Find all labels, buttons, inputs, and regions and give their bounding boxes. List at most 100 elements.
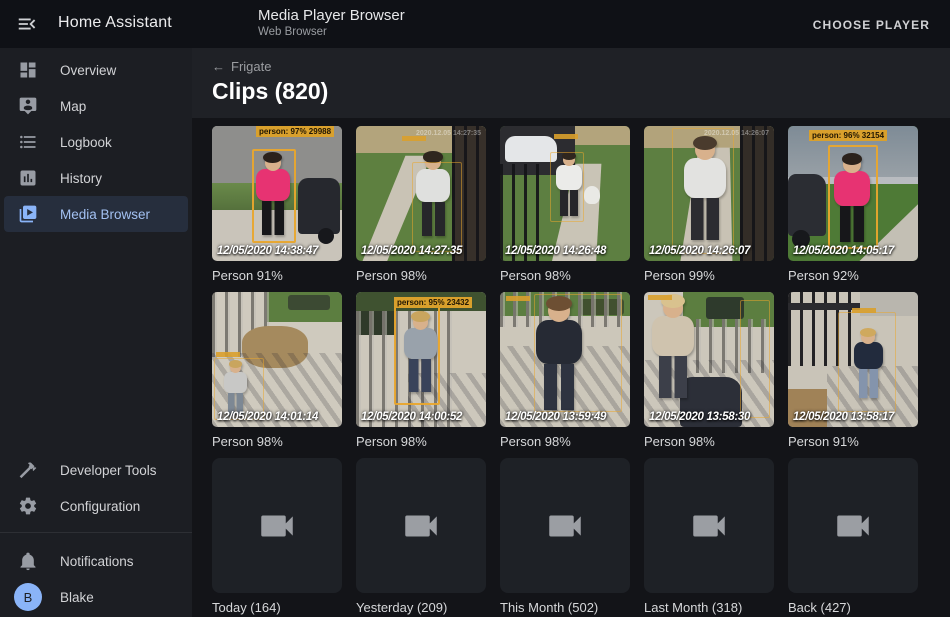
sidebar-item-label: Map — [60, 99, 86, 114]
sidebar-item-profile[interactable]: B Blake — [4, 579, 188, 615]
detection-label: person: 97% 29988 — [256, 126, 334, 137]
clip-thumbnail: 12/05/2020 13:58:30 — [644, 292, 774, 427]
atv-shape — [288, 295, 330, 310]
detection-label-mini — [852, 308, 876, 313]
clip-timestamp: 12/05/2020 14:38:47 — [217, 245, 318, 258]
clip-thumbnail: 12/05/2020 13:59:49 — [500, 292, 630, 427]
clip-thumbnail: 2020.12.05 14:27:35 12/05/2020 14:27:35 — [356, 126, 486, 261]
chart-box-icon — [18, 168, 38, 188]
detection-bbox — [550, 152, 584, 222]
sidebar-divider — [0, 532, 192, 533]
clip-thumbnail: person: 96% 32154 12/05/2020 14:05:17 — [788, 126, 918, 261]
folder-thumbnail — [500, 458, 630, 593]
trash-bag-shape — [584, 186, 600, 204]
clip-timestamp: 12/05/2020 14:27:35 — [361, 245, 462, 258]
clip-timestamp: 12/05/2020 14:00:52 — [361, 411, 462, 424]
choose-player-button[interactable]: CHOOSE PLAYER — [807, 14, 936, 36]
folder-card-this-month[interactable]: This Month (502) — [500, 458, 630, 616]
clip-timestamp: 12/05/2020 14:01:14 — [217, 411, 318, 424]
folder-caption: Back (427) — [788, 599, 918, 616]
sidebar: Overview Map Logbook History Media Brows… — [0, 48, 192, 617]
sidebar-item-map[interactable]: Map — [4, 88, 188, 124]
clip-timestamp: 12/05/2020 13:59:49 — [505, 411, 606, 424]
clip-card[interactable]: person: 97% 29988 12/05/2020 14:38:47 Pe… — [212, 126, 342, 284]
folder-thumbnail — [644, 458, 774, 593]
app-title: Home Assistant — [58, 14, 172, 32]
clip-caption: Person 98% — [644, 433, 774, 450]
clip-thumbnail: person: 95% 23432 12/05/2020 14:00:52 — [356, 292, 486, 427]
clip-card[interactable]: 12/05/2020 14:26:48 Person 98% — [500, 126, 630, 284]
sidebar-item-configuration[interactable]: Configuration — [4, 488, 188, 524]
clip-caption: Person 91% — [212, 267, 342, 284]
clip-timestamp: 12/05/2020 13:58:17 — [793, 411, 894, 424]
detection-label: person: 95% 23432 — [394, 297, 472, 308]
stroller-shape — [788, 174, 826, 236]
clip-caption: Person 99% — [644, 267, 774, 284]
sidebar-item-notifications[interactable]: Notifications — [4, 543, 188, 579]
clip-timestamp: 12/05/2020 14:26:48 — [505, 245, 606, 258]
folder-thumbnail — [788, 458, 918, 593]
play-box-multiple-icon — [18, 204, 38, 224]
folder-thumbnail — [356, 458, 486, 593]
sidebar-item-label: Developer Tools — [60, 463, 157, 478]
clip-card[interactable]: 12/05/2020 14:01:14 Person 98% — [212, 292, 342, 450]
detection-label-mini — [648, 295, 672, 300]
person-figure — [652, 298, 694, 398]
folder-caption: Yesterday (209) — [356, 599, 486, 616]
sidebar-item-label: History — [60, 171, 102, 186]
clip-card[interactable]: person: 95% 23432 12/05/2020 14:00:52 Pe… — [356, 292, 486, 450]
folder-caption: Last Month (318) — [644, 599, 774, 616]
sidebar-item-developer-tools[interactable]: Developer Tools — [4, 452, 188, 488]
folder-card-last-month[interactable]: Last Month (318) — [644, 458, 774, 616]
fence-rail — [788, 303, 860, 310]
clip-card[interactable]: 12/05/2020 13:58:17 Person 91% — [788, 292, 918, 450]
clip-caption: Person 91% — [788, 433, 918, 450]
porch-region — [740, 126, 774, 261]
page-title-block: Media Player Browser Web Browser — [258, 7, 405, 39]
sidebar-item-label: Logbook — [60, 135, 112, 150]
breadcrumb-frigate[interactable]: ←Frigate — [212, 59, 271, 74]
menu-open-icon[interactable] — [16, 13, 38, 35]
folder-card-back[interactable]: Back (427) — [788, 458, 918, 616]
view-dashboard-icon — [18, 60, 38, 80]
clip-card[interactable]: person: 96% 32154 12/05/2020 14:05:17 Pe… — [788, 126, 918, 284]
clip-card[interactable]: 2020.12.05 14:26:07 12/05/2020 14:26:07 … — [644, 126, 774, 284]
clip-caption: Person 92% — [788, 267, 918, 284]
format-list-bulleted-icon — [18, 132, 38, 152]
scene-region — [575, 126, 630, 145]
videocam-icon — [688, 505, 730, 547]
clip-card[interactable]: 12/05/2020 13:59:49 Person 98% — [500, 292, 630, 450]
sidebar-item-label: Notifications — [60, 554, 134, 569]
detection-bbox — [838, 312, 896, 412]
sidebar-item-overview[interactable]: Overview — [4, 52, 188, 88]
clip-caption: Person 98% — [356, 433, 486, 450]
gear-icon — [18, 496, 38, 516]
clip-thumbnail: 12/05/2020 14:01:14 — [212, 292, 342, 427]
sidebar-item-media-browser[interactable]: Media Browser — [4, 196, 188, 232]
detection-bbox — [394, 303, 440, 405]
detection-bbox — [534, 294, 622, 412]
videocam-icon — [544, 505, 586, 547]
breadcrumb-label: Frigate — [231, 59, 271, 74]
clip-timestamp: 12/05/2020 14:26:07 — [649, 245, 750, 258]
sidebar-item-label: Configuration — [60, 499, 140, 514]
clip-card[interactable]: 12/05/2020 13:58:30 Person 98% — [644, 292, 774, 450]
detection-bbox — [828, 145, 878, 249]
clip-caption: Person 98% — [212, 433, 342, 450]
sidebar-item-history[interactable]: History — [4, 160, 188, 196]
embedded-camera-timestamp: 2020.12.05 14:27:35 — [416, 129, 481, 138]
folder-card-today[interactable]: Today (164) — [212, 458, 342, 616]
clip-card[interactable]: 2020.12.05 14:27:35 12/05/2020 14:27:35 … — [356, 126, 486, 284]
clip-timestamp: 12/05/2020 13:58:30 — [649, 411, 750, 424]
folder-thumbnail — [212, 458, 342, 593]
trash-bin-shape — [706, 297, 744, 319]
sidebar-item-logbook[interactable]: Logbook — [4, 124, 188, 160]
clip-thumbnail: 2020.12.05 14:26:07 12/05/2020 14:26:07 — [644, 126, 774, 261]
detection-bbox — [740, 300, 770, 418]
content-header: ←Frigate Clips (820) — [192, 48, 950, 118]
detection-bbox — [252, 149, 296, 243]
clip-caption: Person 98% — [356, 267, 486, 284]
folder-card-yesterday[interactable]: Yesterday (209) — [356, 458, 486, 616]
page-title: Media Player Browser — [258, 7, 405, 25]
sidebar-item-label: Overview — [60, 63, 116, 78]
